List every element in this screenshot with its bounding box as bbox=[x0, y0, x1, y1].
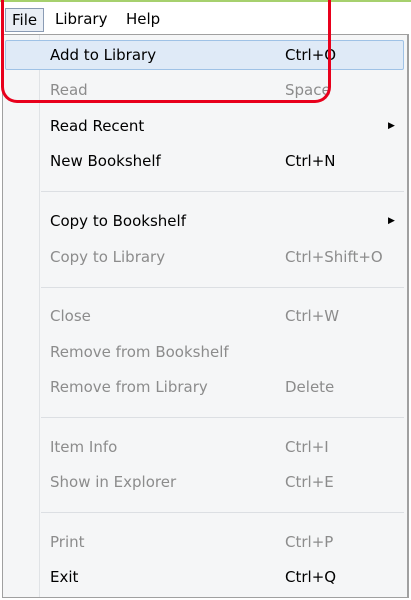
menu-item-label: Copy to Bookshelf bbox=[50, 212, 186, 230]
submenu-arrow-icon: ▶ bbox=[388, 121, 395, 131]
menu-separator bbox=[41, 417, 404, 418]
menu-item-print[interactable]: Print Ctrl+P bbox=[5, 527, 404, 557]
menu-item-label: New Bookshelf bbox=[50, 152, 161, 170]
menu-item-remove-from-library[interactable]: Remove from Library Delete bbox=[5, 372, 404, 402]
menu-item-shortcut: Ctrl+P bbox=[285, 533, 334, 551]
menu-item-close[interactable]: Close Ctrl+W bbox=[5, 301, 404, 331]
menu-item-label: Show in Explorer bbox=[50, 473, 177, 491]
menu-item-item-info[interactable]: Item Info Ctrl+I bbox=[5, 432, 404, 462]
menu-item-label: Print bbox=[50, 533, 85, 551]
submenu-arrow-icon: ▶ bbox=[388, 216, 395, 226]
menu-separator bbox=[41, 191, 404, 192]
menu-item-shortcut: Ctrl+N bbox=[285, 152, 336, 170]
menu-item-label: Exit bbox=[50, 568, 79, 586]
annotation-highlight-box bbox=[1, 0, 331, 103]
menu-item-shortcut: Ctrl+Shift+O bbox=[285, 248, 383, 266]
menu-item-shortcut: Ctrl+W bbox=[285, 307, 340, 325]
menu-item-shortcut: Ctrl+E bbox=[285, 473, 334, 491]
menu-item-exit[interactable]: Exit Ctrl+Q bbox=[5, 562, 404, 592]
menu-item-show-in-explorer[interactable]: Show in Explorer Ctrl+E bbox=[5, 467, 404, 497]
menu-item-shortcut: Delete bbox=[285, 378, 335, 396]
menu-item-label: Close bbox=[50, 307, 91, 325]
menu-item-label: Remove from Bookshelf bbox=[50, 343, 229, 361]
menu-item-shortcut: Ctrl+I bbox=[285, 438, 329, 456]
file-menu-dropdown: Add to Library Ctrl+O Read Space Read Re… bbox=[2, 34, 409, 598]
menu-separator bbox=[41, 287, 404, 288]
menu-item-shortcut: Ctrl+Q bbox=[285, 568, 337, 586]
menu-item-remove-from-bookshelf[interactable]: Remove from Bookshelf bbox=[5, 337, 404, 367]
menu-item-label: Copy to Library bbox=[50, 248, 166, 266]
menu-item-label: Read Recent bbox=[50, 117, 145, 135]
menu-item-new-bookshelf[interactable]: New Bookshelf Ctrl+N bbox=[5, 146, 404, 176]
menu-item-copy-to-bookshelf[interactable]: Copy to Bookshelf ▶ bbox=[5, 206, 404, 236]
menu-item-copy-to-library[interactable]: Copy to Library Ctrl+Shift+O bbox=[5, 242, 404, 272]
menu-item-label: Remove from Library bbox=[50, 378, 208, 396]
menu-item-label: Item Info bbox=[50, 438, 118, 456]
menu-separator bbox=[41, 512, 404, 513]
menu-item-read-recent[interactable]: Read Recent ▶ bbox=[5, 111, 404, 141]
